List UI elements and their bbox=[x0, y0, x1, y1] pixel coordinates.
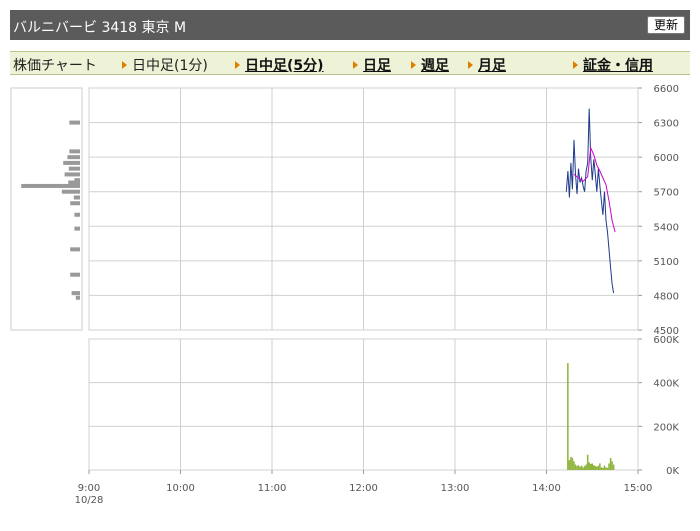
price-tick-label: 6300 bbox=[654, 119, 679, 130]
price-distribution-bar bbox=[68, 166, 80, 171]
price-tick-label: 5700 bbox=[654, 188, 679, 199]
price-tick-label: 4800 bbox=[654, 291, 679, 302]
volume-tick-label: 600K bbox=[653, 335, 679, 346]
volume-bar bbox=[579, 466, 581, 470]
volume-bar bbox=[599, 463, 601, 470]
volume-bar bbox=[585, 464, 587, 470]
volume-bar bbox=[576, 466, 578, 470]
time-tick-label: 9:00 bbox=[78, 483, 100, 494]
price-distribution-bar bbox=[64, 172, 80, 177]
price-distribution-bar bbox=[75, 295, 80, 300]
time-tick-label: 15:00 bbox=[624, 483, 653, 494]
volume-bar bbox=[605, 467, 607, 470]
volume-bar bbox=[612, 464, 615, 470]
volume-bar bbox=[591, 463, 593, 470]
price-tick-label: 5100 bbox=[654, 257, 679, 268]
volume-bar bbox=[571, 457, 574, 470]
price-tick-label: 6600 bbox=[654, 84, 679, 95]
volume-bar bbox=[597, 465, 600, 470]
date-label: 10/28 bbox=[75, 495, 104, 506]
price-line bbox=[565, 108, 615, 294]
price-distribution-bar bbox=[70, 272, 80, 277]
volume-tick-label: 400K bbox=[653, 379, 679, 390]
volume-bar bbox=[568, 460, 571, 470]
time-tick-label: 13:00 bbox=[441, 483, 470, 494]
volume-bar bbox=[603, 465, 606, 470]
time-tick-label: 12:00 bbox=[349, 483, 378, 494]
volume-bar bbox=[580, 465, 583, 470]
volume-bar bbox=[582, 467, 584, 470]
price-distribution-bar bbox=[67, 155, 80, 160]
volume-bar bbox=[606, 467, 609, 470]
volume-bar bbox=[583, 466, 586, 470]
moving-average-line bbox=[573, 146, 616, 233]
volume-bar bbox=[593, 465, 595, 470]
volume-bar bbox=[602, 467, 604, 470]
price-distribution-bar bbox=[21, 183, 80, 188]
time-tick-label: 10:00 bbox=[166, 483, 195, 494]
price-distribution-bar bbox=[69, 120, 80, 125]
volume-bar bbox=[611, 461, 613, 470]
volume-bar bbox=[588, 462, 590, 470]
volume-bar bbox=[573, 461, 575, 470]
price-distribution-bar bbox=[70, 201, 80, 206]
volume-bar bbox=[570, 456, 572, 470]
volume-bar bbox=[600, 467, 603, 470]
price-distribution-bar bbox=[73, 195, 80, 200]
volume-bar bbox=[589, 463, 592, 470]
stock-chart: 66006300600057005400510048004500600K400K… bbox=[10, 84, 679, 506]
time-tick-label: 11:00 bbox=[258, 483, 287, 494]
volume-bar bbox=[586, 454, 589, 470]
price-distribution-bar bbox=[61, 189, 80, 194]
volume-bar bbox=[608, 463, 610, 470]
price-tick-label: 6000 bbox=[654, 153, 679, 164]
volume-tick-label: 200K bbox=[653, 422, 679, 433]
volume-bar bbox=[596, 466, 598, 470]
volume-bar bbox=[609, 457, 612, 470]
price-distribution-bar bbox=[74, 212, 80, 217]
volume-bar bbox=[567, 363, 569, 470]
price-distribution-bar bbox=[69, 149, 80, 154]
price-distribution-bar bbox=[74, 226, 80, 231]
price-distribution-bar bbox=[70, 247, 80, 252]
volume-bar bbox=[574, 464, 577, 470]
price-tick-label: 5400 bbox=[654, 222, 679, 233]
volume-bar bbox=[577, 465, 580, 470]
price-distribution-bar bbox=[63, 160, 80, 165]
time-tick-label: 14:00 bbox=[532, 483, 561, 494]
volume-tick-label: 0K bbox=[666, 466, 679, 477]
volume-bar bbox=[594, 466, 597, 470]
price-distribution-bar bbox=[68, 180, 80, 185]
price-distribution-bar bbox=[71, 291, 80, 296]
